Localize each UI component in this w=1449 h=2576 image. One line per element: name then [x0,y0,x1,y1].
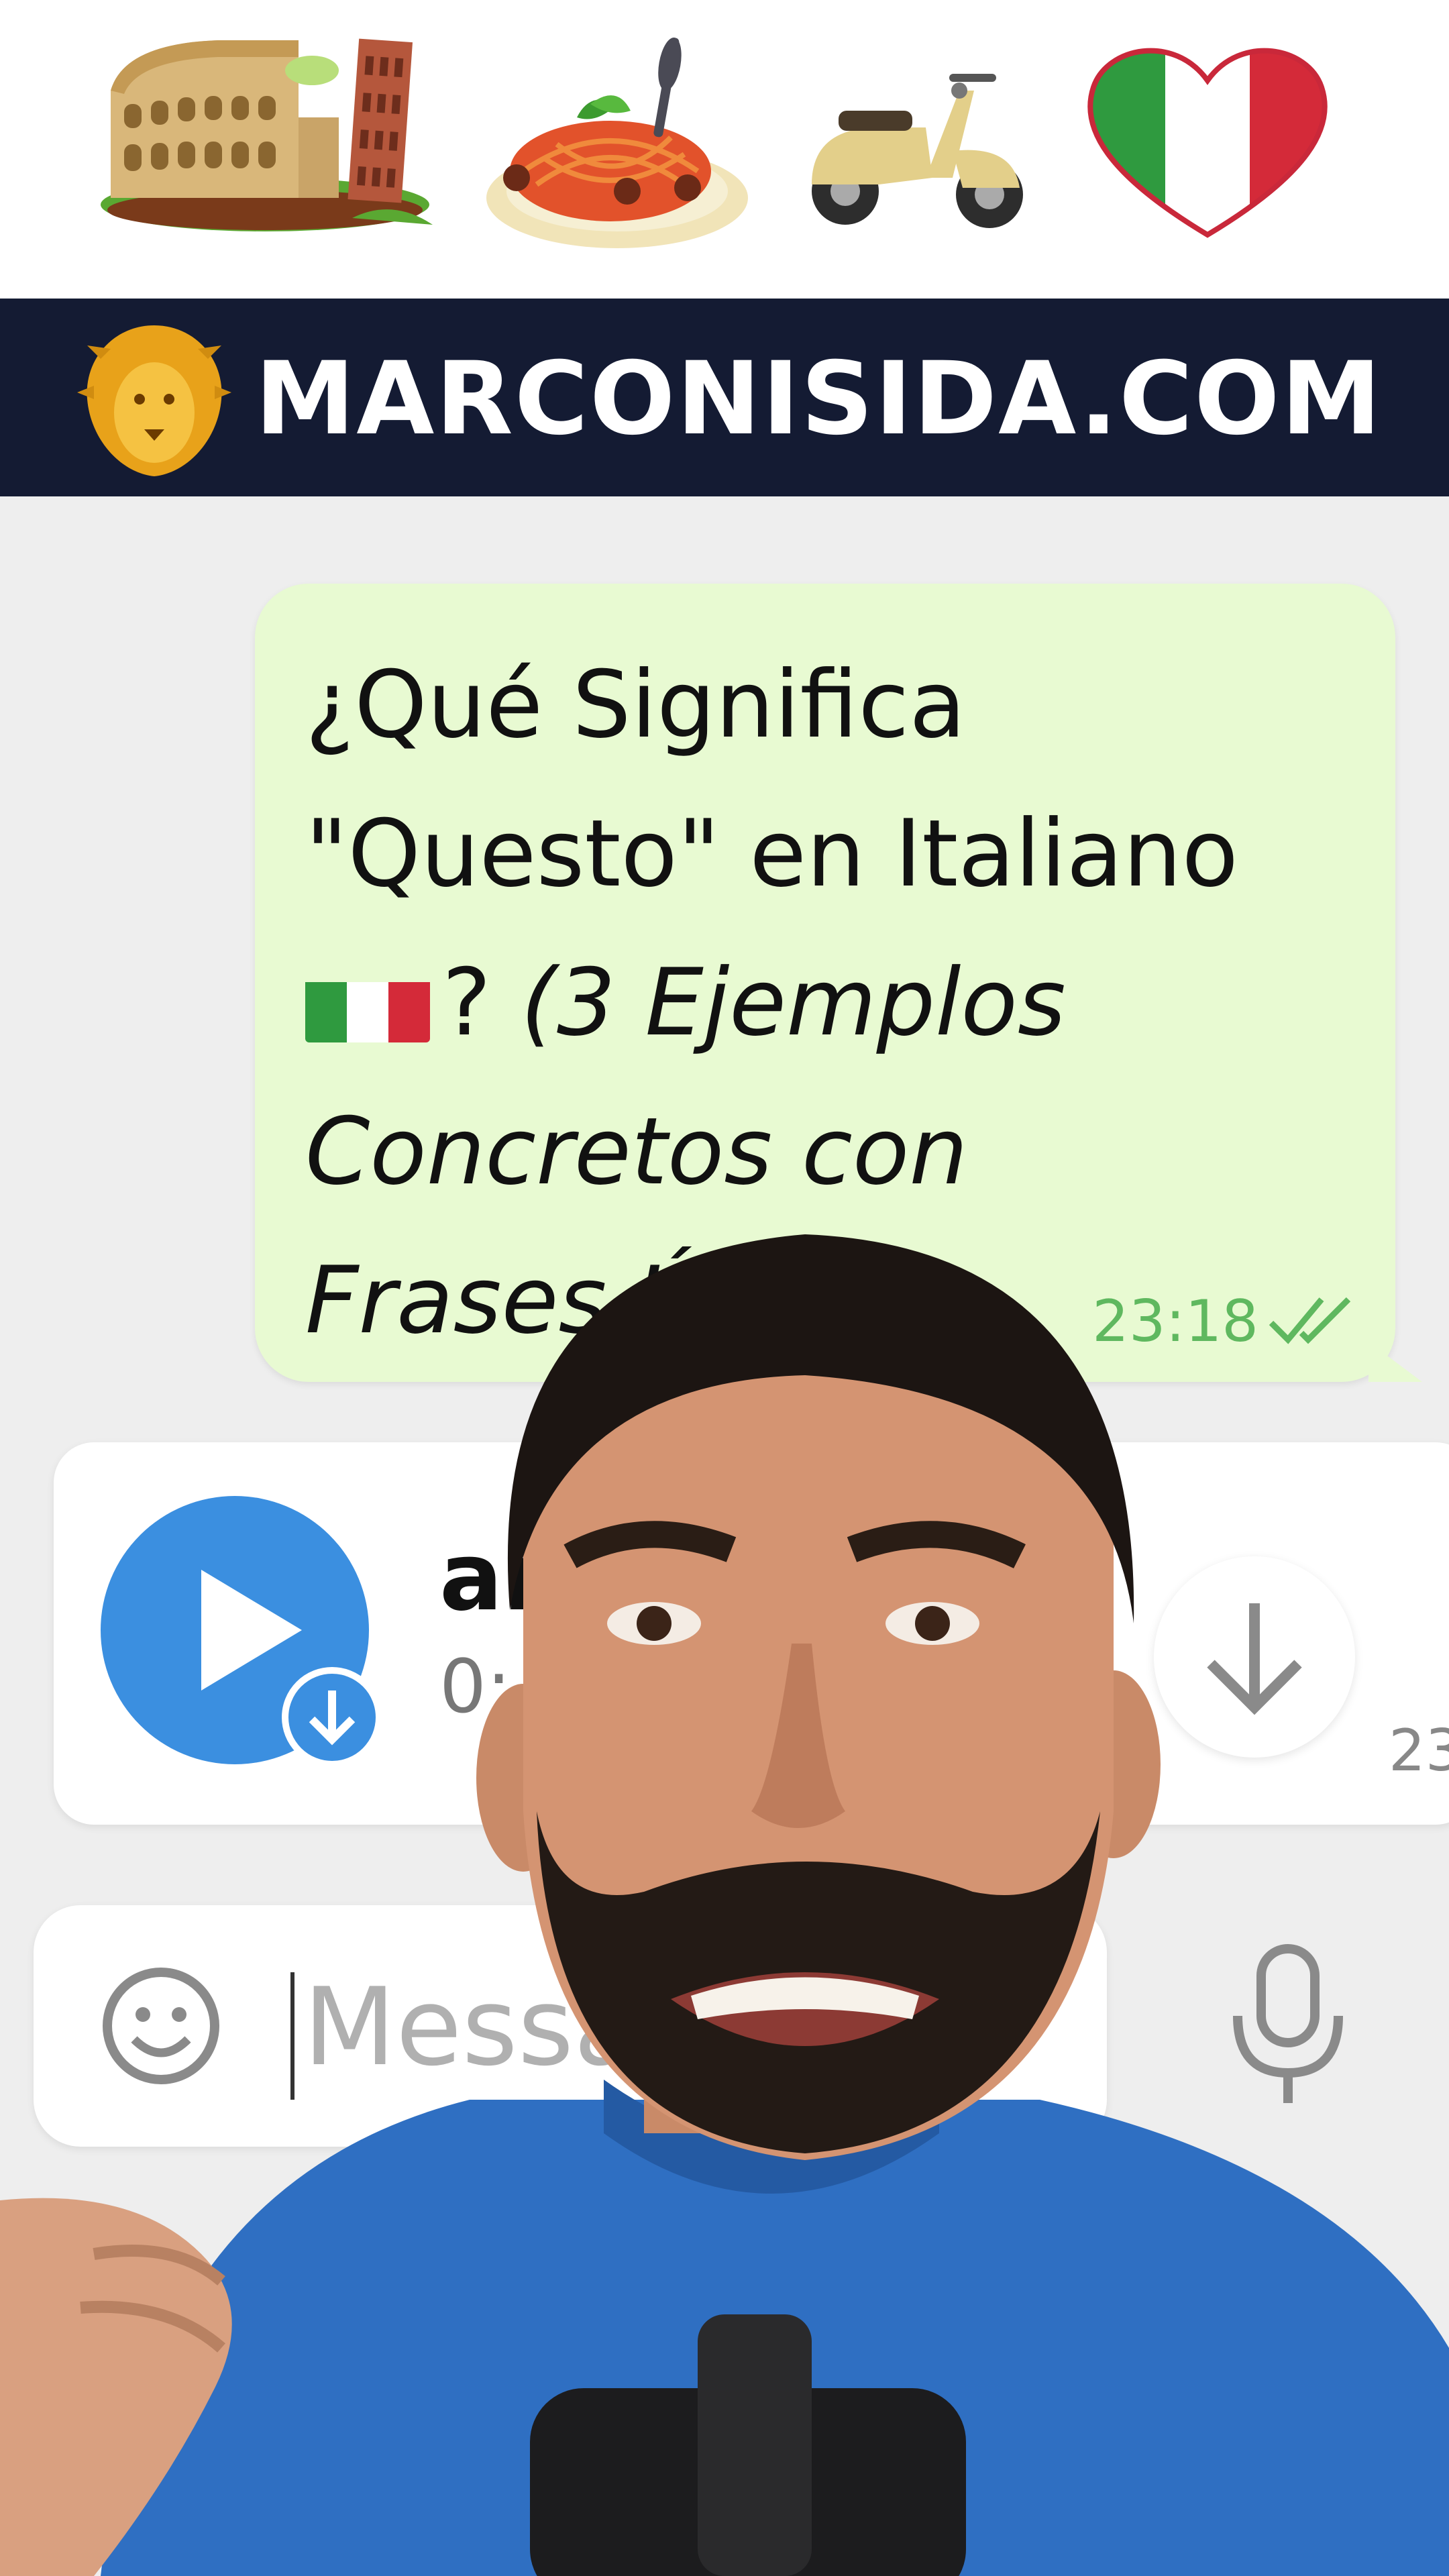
vespa-scooter-icon [812,74,1023,228]
spaghetti-icon [486,38,748,248]
message-line-3-italic: (3 Ejemplos [521,949,1066,1057]
question-mark: ? [442,949,492,1057]
message-line-1: ¿Qué Significa [305,651,966,759]
colosseum-icon [101,38,433,231]
presenter-video [0,1234,1449,2576]
message-line-4: Concretos con [305,1097,968,1205]
brand-banner: MARCONISIDA.COM [0,299,1449,496]
icon-strip [0,0,1449,299]
italy-heart-flag-icon [1087,48,1328,238]
lion-head-icon [77,325,231,476]
message-line-2: "Questo" en Italiano [305,800,1238,908]
brand-site-name: MARCONISIDA.COM [255,341,1383,458]
italy-flag-icon [305,959,430,1042]
message-line-3: ? (3 Ejemplos [305,928,1352,1077]
